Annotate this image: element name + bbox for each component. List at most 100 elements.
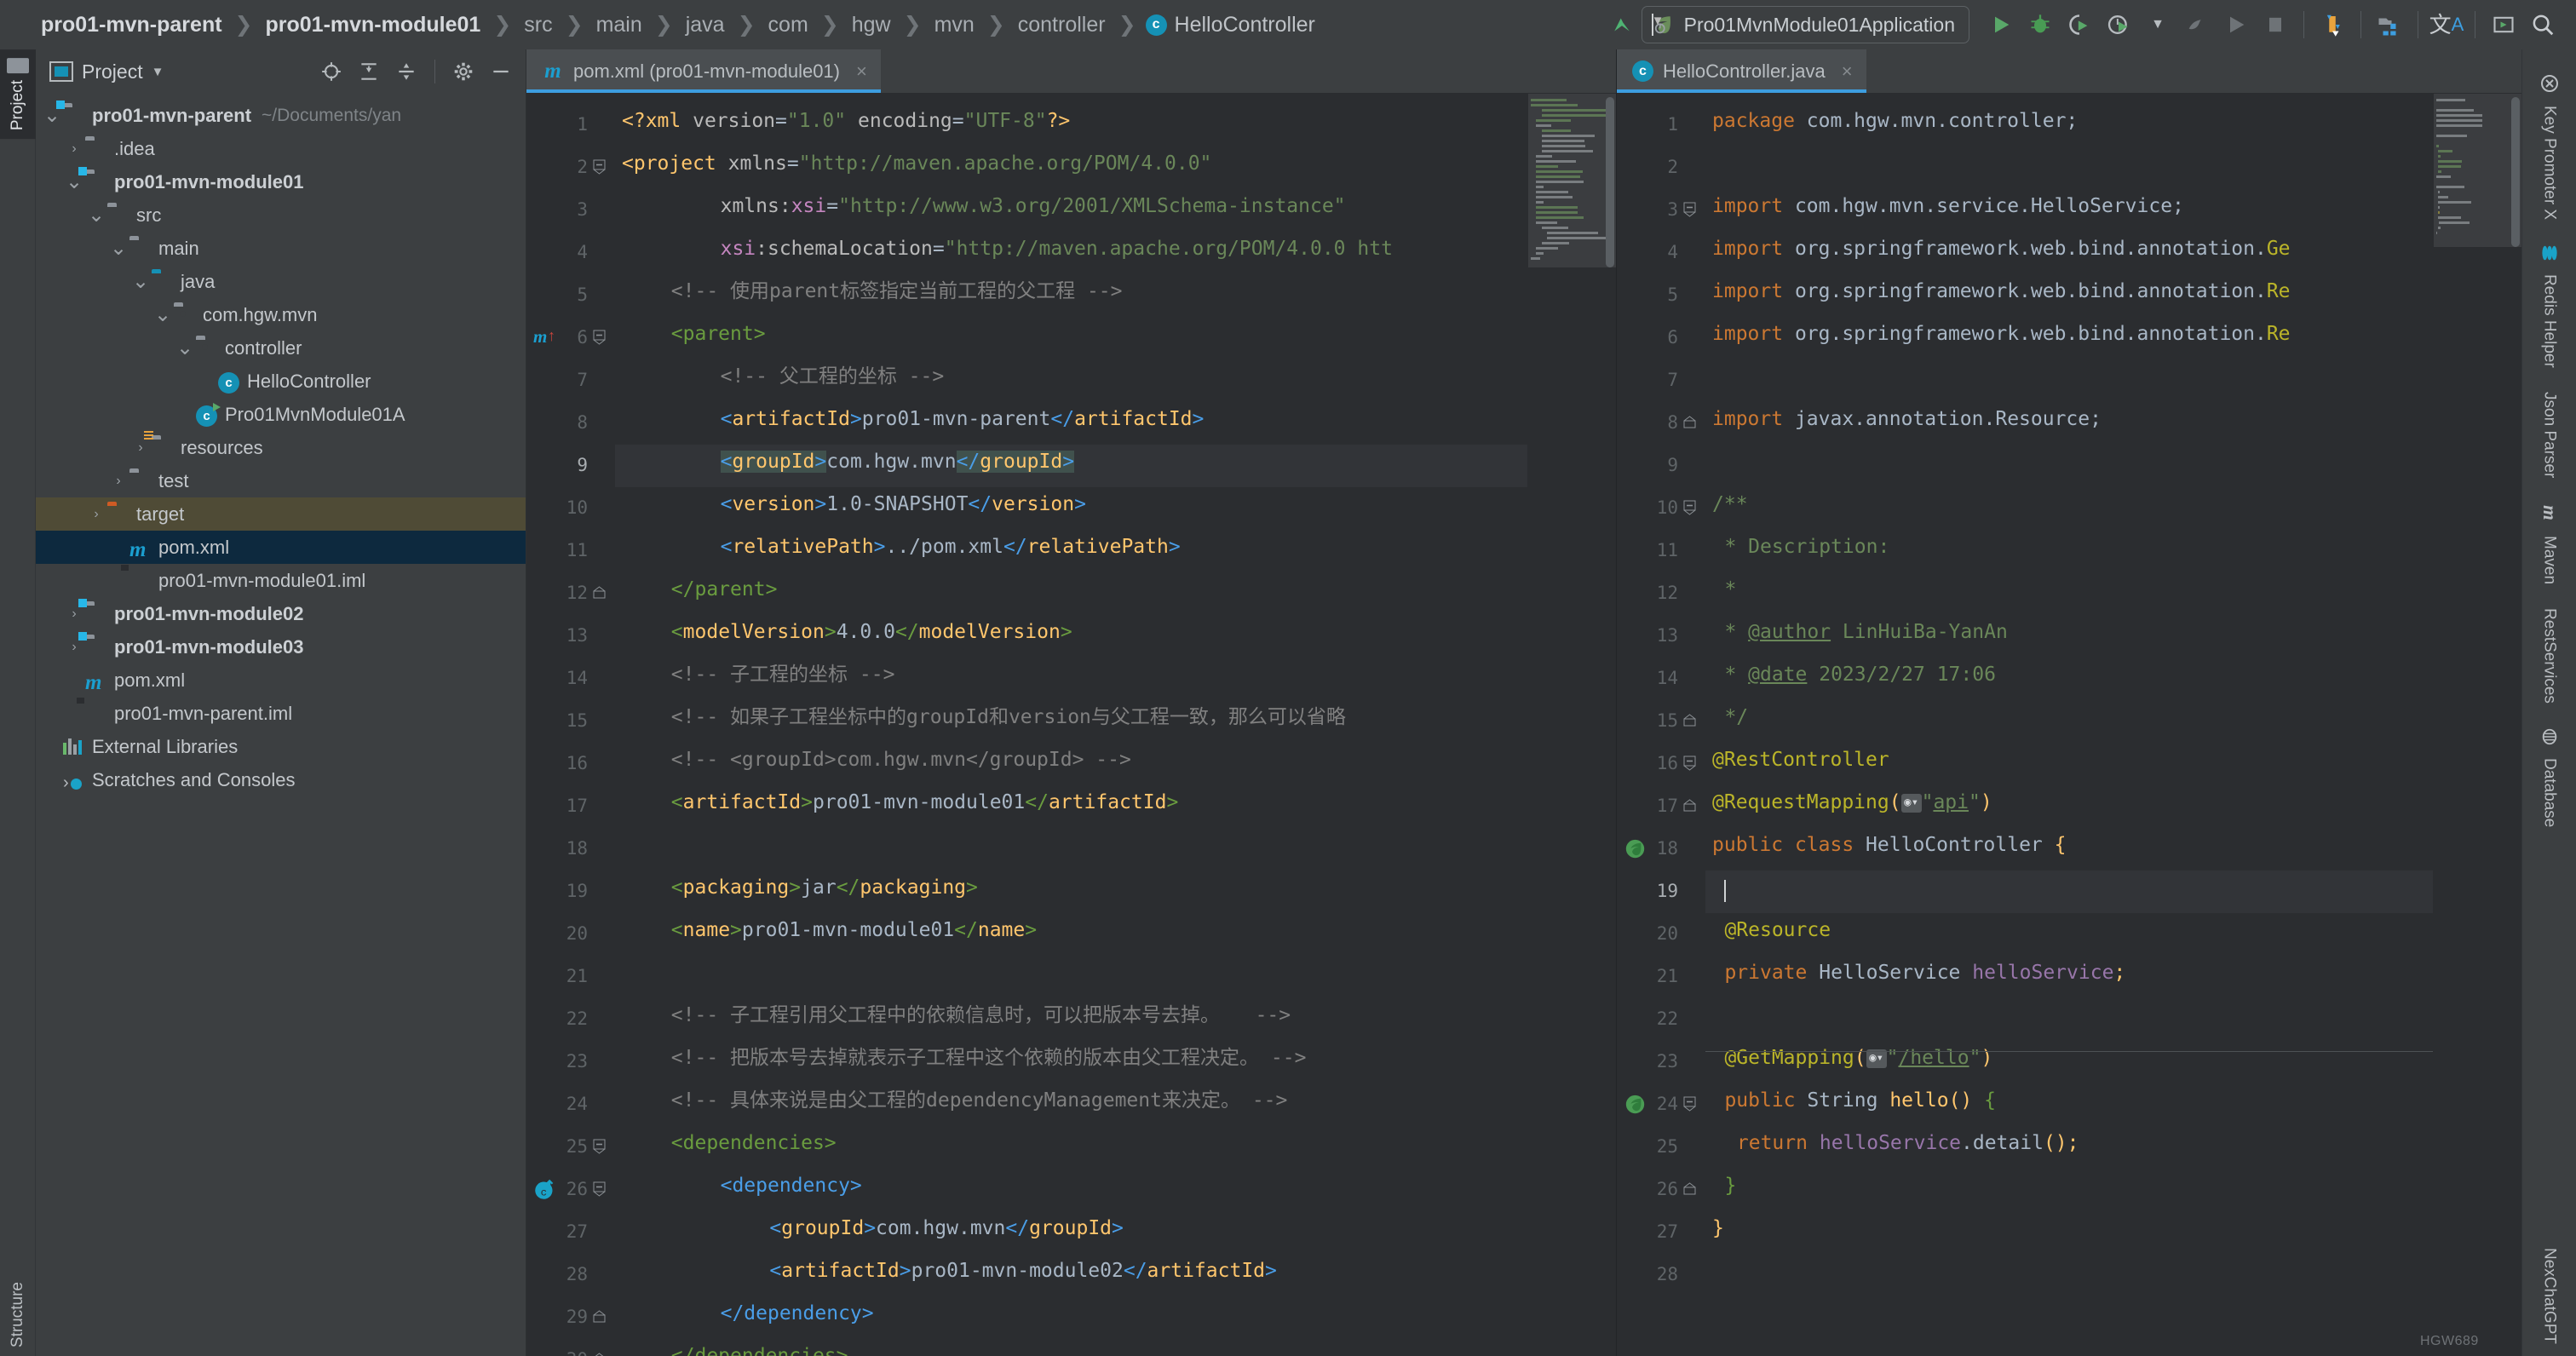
- chevron-down-icon[interactable]: ⌄: [109, 238, 128, 258]
- tree-row[interactable]: › .idea: [36, 132, 526, 165]
- project-structure-icon[interactable]: [2370, 5, 2409, 44]
- chevron-down-icon[interactable]: ▼: [1651, 14, 1664, 36]
- git-update-icon[interactable]: [2313, 5, 2352, 44]
- chevron-down-icon[interactable]: ⌄: [65, 171, 83, 192]
- vertical-scrollbar-thumb[interactable]: [1606, 97, 1614, 267]
- tree-row[interactable]: ⌄ src: [36, 198, 526, 232]
- fold-end-icon[interactable]: [1683, 799, 1697, 813]
- vertical-scrollbar-thumb[interactable]: [2511, 97, 2520, 247]
- minimap-viewport[interactable]: [1528, 94, 1616, 267]
- breadcrumb-item-java[interactable]: java: [682, 13, 728, 37]
- minimap-left[interactable]: [1527, 94, 1616, 1356]
- tool-tab-json-parser[interactable]: Json Parser: [2522, 380, 2576, 490]
- tree-row[interactable]: m pom.xml: [36, 531, 526, 564]
- fold-collapse-icon[interactable]: [593, 330, 607, 345]
- search-everywhere-icon[interactable]: [2523, 5, 2562, 44]
- build-icon[interactable]: [2177, 5, 2217, 44]
- close-icon[interactable]: ×: [856, 60, 867, 83]
- chevron-right-icon[interactable]: ›: [109, 474, 128, 489]
- fold-collapse-icon[interactable]: [593, 1181, 607, 1197]
- debug-icon[interactable]: [2021, 5, 2060, 44]
- breadcrumb-item-hgw[interactable]: hgw: [848, 13, 894, 37]
- fold-collapse-icon[interactable]: [1683, 1096, 1697, 1112]
- breadcrumb-item-pro01-mvn-module01[interactable]: pro01-mvn-module01: [262, 13, 485, 37]
- tree-row[interactable]: › test: [36, 464, 526, 497]
- gutter-right[interactable]: 1 2 3 4 5 6 7 8 9 10 11 12 13 14 15 16 17 18 19 20 21 22 23 24 2…: [1617, 94, 1705, 1356]
- minimap-viewport[interactable]: [2434, 94, 2521, 247]
- tree-row[interactable]: ⌄ pro01-mvn-parent ~/Documents/yan: [36, 99, 526, 132]
- dropdown-caret-icon[interactable]: ▼: [2138, 5, 2177, 44]
- chevron-down-icon[interactable]: ▼: [152, 65, 164, 79]
- code-text-java[interactable]: package com.hgw.mvn.controller; import co…: [1705, 94, 2521, 1356]
- breadcrumb-item-controller[interactable]: controller: [1015, 13, 1109, 37]
- tree-row[interactable]: c HelloController: [36, 365, 526, 398]
- tool-tab-project[interactable]: Project: [0, 49, 36, 140]
- tree-row[interactable]: ⌄ pro01-mvn-module01: [36, 165, 526, 198]
- tree-row[interactable]: pro01-mvn-parent.iml: [36, 697, 526, 730]
- run-with-coverage-icon[interactable]: [2060, 5, 2099, 44]
- hide-panel-icon[interactable]: [486, 57, 515, 86]
- tree-row[interactable]: › target: [36, 497, 526, 531]
- tree-row[interactable]: pro01-mvn-module01.iml: [36, 564, 526, 597]
- tree-row[interactable]: ⌄ java: [36, 265, 526, 298]
- tool-tab-redis-helper[interactable]: Redis Helper: [2522, 232, 2576, 380]
- run-configuration-selector[interactable]: Pro01MvnModule01Application ▼: [1641, 6, 1969, 43]
- tab-pom-xml[interactable]: m pom.xml (pro01-mvn-module01) ×: [526, 49, 881, 93]
- terminal-icon[interactable]: [2484, 5, 2523, 44]
- translate-icon[interactable]: 文A: [2427, 5, 2466, 44]
- breadcrumb-item-main[interactable]: main: [593, 13, 646, 37]
- tree-row[interactable]: ⌄ main: [36, 232, 526, 265]
- code-view-pom[interactable]: 1 2 3 4 5 6 m ↑ 7 8 9 10 11 12 13 14 15 16 17 18 19 20 21 22 23 2…: [526, 94, 1616, 1356]
- close-icon[interactable]: ×: [1842, 60, 1853, 83]
- breadcrumb-item-pro01-mvn-parent[interactable]: pro01-mvn-parent: [37, 13, 226, 37]
- tool-tab-maven[interactable]: m Maven: [2522, 490, 2576, 596]
- chevron-down-icon[interactable]: ⌄: [175, 337, 194, 358]
- fold-end-icon[interactable]: [1683, 1182, 1697, 1196]
- chevron-down-icon[interactable]: ⌄: [87, 204, 106, 225]
- maven-download-icon[interactable]: c: [533, 1178, 557, 1202]
- tree-row[interactable]: c Pro01MvnModule01A: [36, 398, 526, 431]
- chevron-right-icon[interactable]: ›: [65, 640, 83, 655]
- run-icon[interactable]: [1981, 5, 2021, 44]
- chevron-right-icon[interactable]: ›: [65, 606, 83, 622]
- fold-collapse-icon[interactable]: [1683, 500, 1697, 515]
- minimap-right[interactable]: [2433, 94, 2521, 1356]
- tool-tab-key-promoter-x[interactable]: Key Promoter X: [2522, 61, 2576, 232]
- tool-tab-structure[interactable]: Structure: [0, 1273, 36, 1356]
- fold-end-icon[interactable]: [593, 586, 607, 600]
- language-injection-icon[interactable]: ◉▾: [1900, 793, 1922, 813]
- tree-row[interactable]: External Libraries: [36, 730, 526, 763]
- back-arrow-icon[interactable]: [1602, 5, 1642, 44]
- profiler-icon[interactable]: [2099, 5, 2138, 44]
- fold-collapse-icon[interactable]: [1683, 202, 1697, 217]
- fold-end-icon[interactable]: [593, 1353, 607, 1356]
- collapse-all-icon[interactable]: [392, 57, 421, 86]
- gear-icon[interactable]: [449, 57, 478, 86]
- fold-end-icon[interactable]: [593, 1310, 607, 1324]
- tree-row[interactable]: › Scratches and Consoles: [36, 763, 526, 796]
- breadcrumb-item-src[interactable]: src: [520, 13, 555, 37]
- breadcrumb-item-com[interactable]: com: [765, 13, 812, 37]
- tree-row[interactable]: ⌄ com.hgw.mvn: [36, 298, 526, 331]
- chevron-down-icon[interactable]: ⌄: [131, 271, 150, 291]
- fold-end-icon[interactable]: [1683, 416, 1697, 429]
- breadcrumb-item-HelloController[interactable]: c HelloController: [1145, 13, 1315, 37]
- chevron-right-icon[interactable]: ›: [87, 507, 106, 522]
- chevron-down-icon[interactable]: ⌄: [153, 304, 172, 325]
- breadcrumb-item-mvn[interactable]: mvn: [931, 13, 978, 37]
- tree-row[interactable]: › resources: [36, 430, 526, 464]
- fold-collapse-icon[interactable]: [593, 1139, 607, 1154]
- tree-row[interactable]: ⌄ controller: [36, 331, 526, 365]
- spring-bean-gutter-icon[interactable]: [1624, 1093, 1647, 1117]
- breadcrumb[interactable]: pro01-mvn-parent ❯ pro01-mvn-module01 ❯ src ❯…: [37, 0, 1315, 49]
- tree-row[interactable]: m pom.xml: [36, 664, 526, 697]
- gutter-left[interactable]: 1 2 3 4 5 6 m ↑ 7 8 9 10 11 12 13 14 15 16 17 18 19 20 21 22 23 2…: [526, 94, 615, 1356]
- fold-collapse-icon[interactable]: [1683, 756, 1697, 771]
- tool-tab-nexchatgpt[interactable]: NexChatGPT: [2522, 1236, 2576, 1356]
- tab-hellocontroller-java[interactable]: c HelloController.java ×: [1617, 49, 1866, 93]
- project-tree[interactable]: ⌄ pro01-mvn-parent ~/Documents/yan › .idea ⌄ p…: [36, 94, 526, 1356]
- locate-icon[interactable]: [317, 57, 346, 86]
- code-view-java[interactable]: 1 2 3 4 5 6 7 8 9 10 11 12 13 14 15 16 17 18 19 20 21 22 23 24 2…: [1617, 94, 2521, 1356]
- chevron-right-icon[interactable]: ›: [131, 440, 150, 456]
- tool-tab-restservices[interactable]: RestServices: [2522, 596, 2576, 715]
